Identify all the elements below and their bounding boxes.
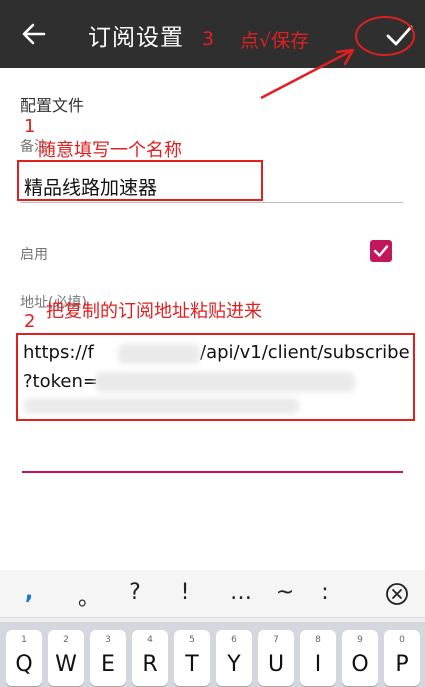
key-o[interactable]: 9O xyxy=(342,630,378,686)
key-o-num: 9 xyxy=(357,635,363,645)
key-q-num: 1 xyxy=(21,635,27,645)
annotation-remark-box xyxy=(17,160,263,201)
checkmark-icon xyxy=(373,245,389,257)
key-q-letter: Q xyxy=(15,652,33,677)
clear-icon[interactable] xyxy=(385,582,409,606)
key-p[interactable]: 0P xyxy=(384,630,420,686)
address-focus-underline xyxy=(22,471,403,473)
symbol-key-colon[interactable]: : xyxy=(310,580,340,605)
key-e[interactable]: 3E xyxy=(90,630,126,686)
section-title: 配置文件 xyxy=(20,96,85,115)
annotation-step1-text: 随意填写一个名称 xyxy=(38,140,182,161)
key-w-letter: W xyxy=(55,652,77,677)
annotation-step2-number: 2 xyxy=(24,311,36,332)
key-p-num: 0 xyxy=(399,635,405,645)
annotation-arrow xyxy=(260,48,355,100)
key-p-letter: P xyxy=(395,652,409,677)
key-i-num: 8 xyxy=(315,635,321,645)
key-r-letter: R xyxy=(142,652,158,677)
enable-checkbox[interactable] xyxy=(370,240,392,262)
key-y-letter: Y xyxy=(227,652,241,677)
key-r-num: 4 xyxy=(147,635,153,645)
symbol-key-ellipsis[interactable]: … xyxy=(226,580,256,605)
key-w-num: 2 xyxy=(63,635,69,645)
page-title: 订阅设置 xyxy=(88,25,184,51)
key-r[interactable]: 4R xyxy=(132,630,168,686)
key-i-letter: I xyxy=(314,652,322,677)
back-arrow-icon[interactable] xyxy=(20,20,48,48)
symbol-key-period[interactable]: 。 xyxy=(74,580,104,612)
key-e-num: 3 xyxy=(105,635,111,645)
enable-label: 启用 xyxy=(20,247,48,263)
key-y-num: 6 xyxy=(231,635,237,645)
symbol-key-comma[interactable]: , xyxy=(14,580,44,605)
key-q[interactable]: 1Q xyxy=(6,630,42,686)
symbol-row: , 。 ? ! … ~ : xyxy=(0,570,425,618)
key-t-num: 5 xyxy=(189,635,195,645)
key-u-letter: U xyxy=(267,652,285,677)
symbol-key-question[interactable]: ? xyxy=(120,580,150,605)
annotation-step1-number: 1 xyxy=(24,116,36,137)
key-u-num: 7 xyxy=(273,635,279,645)
annotation-step2-text: 把复制的订阅地址粘贴进来 xyxy=(46,301,262,322)
symbol-key-exclamation[interactable]: ! xyxy=(170,580,200,605)
key-o-letter: O xyxy=(351,652,369,677)
soft-keyboard: , 。 ? ! … ~ : 1Q 2W 3E 4R 5T 6Y 7U 8I 9O… xyxy=(0,570,425,687)
key-t-letter: T xyxy=(185,652,199,677)
remark-underline xyxy=(20,202,403,203)
annotation-step3-number: 3 xyxy=(202,28,215,50)
letter-row: 1Q 2W 3E 4R 5T 6Y 7U 8I 9O 0P xyxy=(0,622,425,687)
symbol-key-tilde[interactable]: ~ xyxy=(270,580,300,605)
key-w[interactable]: 2W xyxy=(48,630,84,686)
key-t[interactable]: 5T xyxy=(174,630,210,686)
key-u[interactable]: 7U xyxy=(258,630,294,686)
key-y[interactable]: 6Y xyxy=(216,630,252,686)
key-e-letter: E xyxy=(101,652,115,677)
key-i[interactable]: 8I xyxy=(300,630,336,686)
annotation-address-box xyxy=(16,333,415,421)
